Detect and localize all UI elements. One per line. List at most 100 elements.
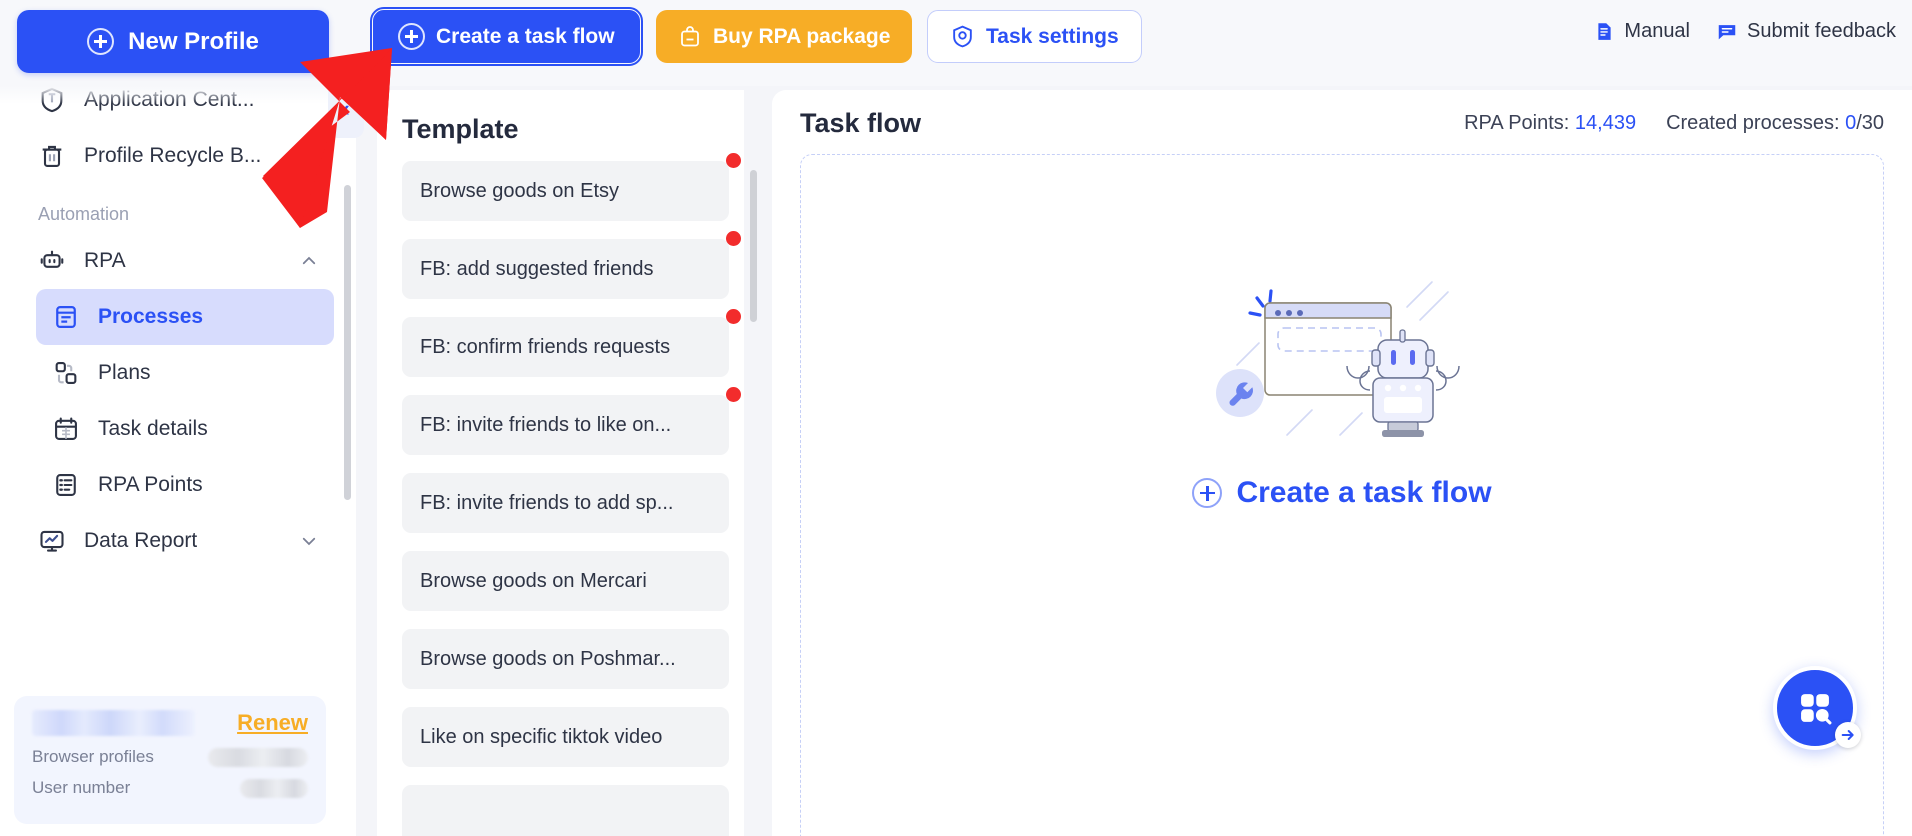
top-toolbar: New Profile Create a task flow Buy RPA p… <box>0 0 1912 86</box>
template-scrollbar-thumb[interactable] <box>750 170 757 322</box>
template-list-item-label: Browse goods on Mercari <box>420 569 647 592</box>
monitor-chart-icon <box>40 530 64 552</box>
chevron-left-icon: ‹ <box>342 96 350 121</box>
robot-icon <box>40 250 64 268</box>
sidebar-group-automation: Automation <box>38 204 130 224</box>
user-number-row: User number <box>32 778 308 798</box>
sidebar-item-label: Profile Recycle B... <box>84 144 262 167</box>
rpa-points-label: RPA Points: <box>1464 111 1570 134</box>
template-item-new-badge <box>726 309 741 324</box>
template-list-item[interactable]: FB: add suggested friends <box>402 231 741 299</box>
account-plan-card: Renew Browser profiles User number <box>14 696 326 824</box>
buy-rpa-package-button[interactable]: Buy RPA package <box>656 10 913 63</box>
template-list-item[interactable]: Browse goods on Mercari <box>402 551 729 611</box>
renew-link[interactable]: Renew <box>237 710 308 736</box>
created-processes-value: 0 <box>1845 111 1857 134</box>
calendar-icon <box>55 417 77 440</box>
template-list-item-label: FB: add suggested friends <box>420 257 654 280</box>
browser-profiles-value-redacted <box>208 747 308 767</box>
task-settings-button[interactable]: Task settings <box>927 10 1142 63</box>
template-list-item-label: FB: invite friends to like on... <box>420 413 672 436</box>
template-list-item[interactable]: Browse goods on Poshmar... <box>402 629 729 689</box>
sidebar-item-application-center[interactable]: Application Cent... <box>22 86 334 128</box>
manual-link[interactable]: Manual <box>1594 20 1690 43</box>
fab-expand-badge[interactable] <box>1835 722 1861 748</box>
main-panel-header: Task flow RPA Points: 14,439 Created pro… <box>772 90 1912 156</box>
plan-name-redacted <box>32 710 195 736</box>
processes-icon <box>56 305 76 329</box>
sidebar-item-rpa[interactable]: RPA <box>22 233 334 289</box>
sidebar-scrollbar-thumb[interactable] <box>344 185 351 500</box>
template-panel: Template Browse goods on Etsy FB: add sug… <box>377 90 759 836</box>
empty-create-task-flow-link[interactable]: Create a task flow <box>1192 476 1492 510</box>
sidebar-item-rpa-points[interactable]: RPA Points <box>36 457 334 513</box>
plus-circle-icon <box>87 28 115 55</box>
feedback-bubble-icon <box>1718 24 1736 39</box>
rpa-points-value: 14,439 <box>1574 111 1637 134</box>
topbar-right-links: Manual Submit feedback <box>1594 20 1896 43</box>
app-root: New Profile Create a task flow Buy RPA p… <box>0 0 1912 836</box>
apps-grid-icon <box>1801 694 1832 725</box>
sidebar-collapse-button[interactable]: ‹ <box>328 80 364 138</box>
created-processes-separator: /30 <box>1856 111 1884 134</box>
user-number-value-redacted <box>240 778 308 798</box>
arrow-right-icon <box>1841 730 1854 740</box>
sidebar-item-label: Plans <box>98 361 151 384</box>
template-item-new-badge <box>726 231 741 246</box>
trash-icon <box>42 145 62 167</box>
sidebar-item-label: Task details <box>98 417 208 440</box>
shopping-bag-icon <box>681 25 699 46</box>
template-list-item[interactable]: FB: invite friends to like on... <box>402 387 741 455</box>
shield-icon <box>41 87 63 113</box>
template-list-item-label: FB: confirm friends requests <box>420 335 671 358</box>
template-list-item[interactable]: FB: confirm friends requests <box>402 309 741 377</box>
chevron-up-icon[interactable] <box>300 252 318 270</box>
buy-rpa-package-label: Buy RPA package <box>713 24 891 48</box>
settings-shield-icon <box>953 25 972 48</box>
template-list-item-label: Browse goods on Etsy <box>420 179 619 202</box>
list-icon <box>56 474 76 496</box>
sidebar-item-plans[interactable]: Plans <box>36 345 334 401</box>
submit-feedback-link[interactable]: Submit feedback <box>1716 20 1896 43</box>
chevron-down-icon[interactable] <box>300 532 318 550</box>
task-flow-canvas[interactable]: Create a task flow <box>800 154 1884 836</box>
template-item-new-badge <box>726 387 741 402</box>
page-title: Task flow <box>800 107 922 138</box>
sidebar-item-processes[interactable]: Processes <box>36 289 334 345</box>
template-list-item-label: Like on specific tiktok video <box>420 725 663 748</box>
template-list-item[interactable] <box>402 785 729 836</box>
main-panel-stats: RPA Points: 14,439 Created processes: 0/… <box>1464 112 1884 135</box>
plus-circle-icon <box>1192 478 1223 508</box>
submit-feedback-label: Submit feedback <box>1747 20 1896 42</box>
template-list-item[interactable]: Like on specific tiktok video <box>402 707 729 767</box>
create-task-flow-button[interactable]: Create a task flow <box>370 7 643 66</box>
rpa-points-stat: RPA Points: 14,439 <box>1464 112 1636 135</box>
manual-label: Manual <box>1624 20 1691 42</box>
sidebar-item-label: RPA <box>84 249 126 272</box>
template-panel-title: Template <box>402 114 519 144</box>
sidebar: Application Cent... Profile Recycle B...… <box>0 86 356 836</box>
plans-icon <box>55 362 77 384</box>
new-profile-label: New Profile <box>128 27 259 55</box>
sidebar-item-label: Data Report <box>84 529 198 552</box>
sidebar-item-label: Application Cent... <box>84 88 255 111</box>
empty-state-robot-illustration <box>1216 281 1460 437</box>
create-task-flow-label: Create a task flow <box>436 24 615 48</box>
sidebar-item-profile-recycle-bin[interactable]: Profile Recycle B... <box>22 128 334 184</box>
template-list-item-label: FB: invite friends to add sp... <box>420 491 674 514</box>
user-number-label: User number <box>32 778 131 797</box>
sidebar-item-data-report[interactable]: Data Report <box>22 513 334 569</box>
created-processes-stat: Created processes: 0/30 <box>1666 112 1884 135</box>
document-icon <box>1598 23 1612 40</box>
created-processes-label: Created processes: <box>1666 111 1840 134</box>
main-panel: Task flow RPA Points: 14,439 Created pro… <box>772 90 1912 836</box>
template-list-item-label: Browse goods on Poshmar... <box>420 647 676 670</box>
template-list-item[interactable]: Browse goods on Etsy <box>402 153 741 221</box>
browser-profiles-label: Browser profiles <box>32 747 154 766</box>
sidebar-item-task-details[interactable]: Task details <box>36 401 334 457</box>
new-profile-button[interactable]: New Profile <box>17 10 329 73</box>
sidebar-item-label: RPA Points <box>98 473 203 496</box>
sidebar-item-label: Processes <box>98 305 204 328</box>
template-list-item[interactable]: FB: invite friends to add sp... <box>402 473 729 533</box>
template-list: Browse goods on Etsy FB: add suggested fr… <box>377 153 759 836</box>
